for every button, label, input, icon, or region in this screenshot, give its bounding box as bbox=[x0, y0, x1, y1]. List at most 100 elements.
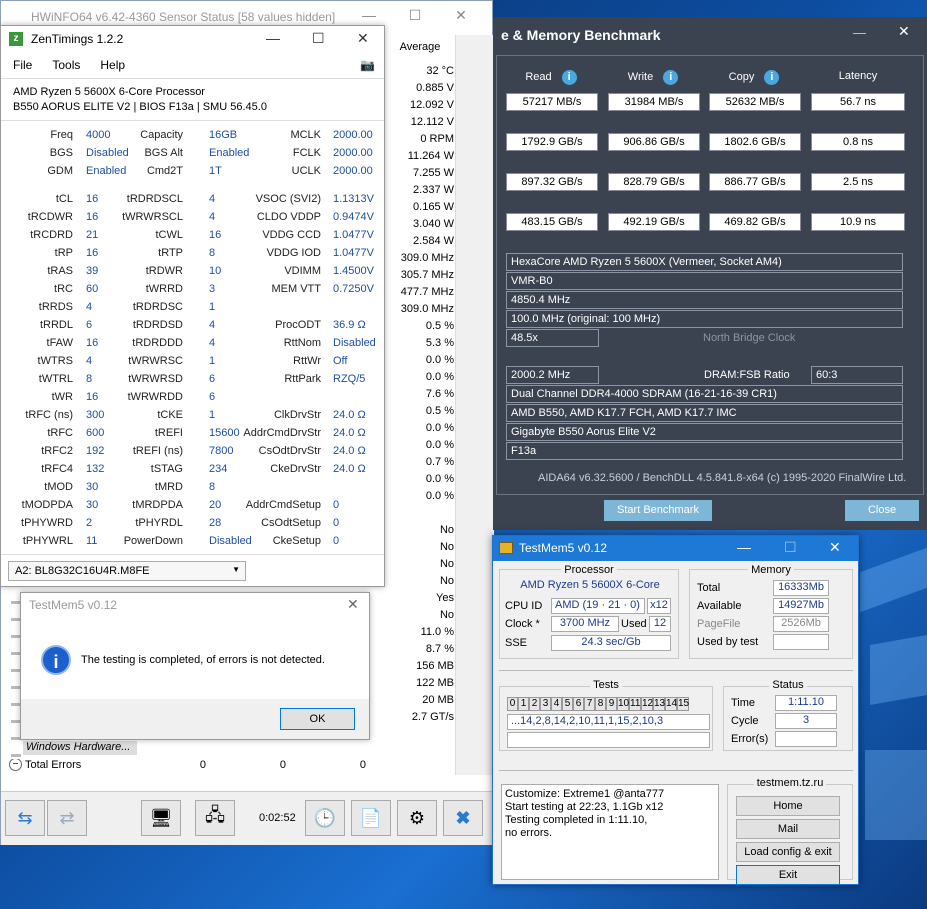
minimize-icon[interactable]: — bbox=[737, 539, 751, 555]
test-cell: 5 bbox=[562, 697, 573, 711]
errors-value bbox=[775, 731, 837, 747]
timing-value: 16 bbox=[86, 193, 99, 205]
info-icon[interactable]: i bbox=[764, 70, 780, 85]
sensor-average-value: 156 MB bbox=[416, 660, 454, 672]
info-icon[interactable]: i bbox=[561, 70, 577, 85]
used-value: 12 bbox=[649, 616, 671, 632]
log-line: Customize: Extreme1 @anta777 bbox=[505, 788, 665, 800]
minimize-icon[interactable]: — bbox=[266, 30, 280, 46]
ok-button[interactable]: OK bbox=[280, 708, 355, 730]
sensor-average-value: 32 °C bbox=[426, 65, 454, 77]
sensor-average-value: 0.0 % bbox=[425, 490, 454, 502]
load-config-exit-button[interactable]: Load config & exit bbox=[736, 842, 840, 862]
total-value: 16333Mb bbox=[773, 580, 829, 596]
sensor-average-value: No bbox=[439, 575, 454, 587]
home-button[interactable]: Home bbox=[736, 796, 840, 816]
timing-label: CkeDrvStr bbox=[270, 463, 321, 475]
mail-button[interactable]: Mail bbox=[736, 819, 840, 839]
info-icon[interactable]: i bbox=[663, 70, 679, 85]
sensor-average-value: 7.6 % bbox=[425, 388, 454, 400]
benchmark-result: 828.79 GB/s bbox=[608, 173, 700, 191]
test-cell: 2 bbox=[529, 697, 540, 711]
start-benchmark-button[interactable]: Start Benchmark bbox=[604, 500, 712, 521]
timing-label: BGS Alt bbox=[144, 147, 183, 159]
minimize-icon[interactable]: — bbox=[853, 25, 866, 40]
timing-label: tRDRDDD bbox=[132, 337, 183, 349]
timing-value: 0 bbox=[333, 499, 340, 511]
timing-value: 6 bbox=[86, 319, 93, 331]
test-sequence: ...14,2,8,14,2,10,11,1,15,2,10,3 bbox=[507, 714, 710, 730]
board-info: B550 AORUS ELITE V2 | BIOS F13a | SMU 56… bbox=[13, 101, 267, 113]
menu-tools[interactable]: Tools bbox=[52, 58, 80, 72]
monitor-icon[interactable]: 🖥 bbox=[141, 800, 181, 836]
close-button[interactable]: Close bbox=[845, 500, 919, 521]
timing-label: VDIMM bbox=[284, 265, 321, 277]
log-line: Testing completed in 1:11.10, bbox=[505, 814, 648, 826]
close-icon[interactable]: ✕ bbox=[898, 23, 910, 40]
menu-file[interactable]: File bbox=[13, 58, 32, 72]
timing-value: 1.4500V bbox=[333, 265, 374, 277]
maximize-icon[interactable]: ☐ bbox=[784, 539, 797, 556]
cpu-id-value: AMD (19 · 21 · 0) bbox=[551, 598, 645, 614]
camera-icon[interactable]: 📷 bbox=[360, 58, 375, 72]
aida-footer: AIDA64 v6.32.5600 / BenchDLL 4.5.841.8-x… bbox=[538, 472, 907, 484]
close-icon[interactable]: ✕ bbox=[357, 30, 369, 47]
test-cell: 9 bbox=[606, 697, 617, 711]
hwinfo-toolbar: ⇆ ⇄ 🖥 🖧 0:02:52 🕒 📄 ⚙ ✖ bbox=[1, 791, 494, 845]
close-icon[interactable]: ✕ bbox=[347, 596, 359, 613]
total-errors-current: 0 bbox=[199, 759, 206, 771]
info-icon: i bbox=[41, 645, 71, 675]
test-cell: 8 bbox=[595, 697, 606, 711]
timing-value: 16 bbox=[86, 211, 99, 223]
cycle-value: 3 bbox=[775, 713, 837, 729]
gear-icon[interactable]: ⚙ bbox=[397, 800, 437, 836]
timing-value: 132 bbox=[86, 463, 105, 475]
timing-value: 39 bbox=[86, 265, 99, 277]
timing-value: 2 bbox=[86, 517, 93, 529]
timing-value: 600 bbox=[86, 427, 105, 439]
arrows-left-right-icon[interactable]: ⇆ bbox=[5, 800, 45, 836]
benchmark-result: 57217 MB/s bbox=[506, 93, 598, 111]
network-icon[interactable]: 🖧 bbox=[195, 800, 235, 836]
timing-label: tMRD bbox=[154, 481, 183, 493]
benchmark-result: 1792.9 GB/s bbox=[506, 133, 598, 151]
timing-label: AddrCmdSetup bbox=[245, 499, 321, 511]
minimize-icon[interactable]: — bbox=[346, 7, 392, 24]
used-label: Used bbox=[621, 618, 647, 630]
maximize-icon[interactable]: ☐ bbox=[392, 7, 438, 24]
close-icon[interactable]: ✕ bbox=[829, 539, 841, 556]
tests-label: Tests bbox=[499, 679, 713, 691]
hwinfo-scrollbar[interactable] bbox=[455, 35, 493, 775]
sensor-average-value: 8.7 % bbox=[425, 643, 454, 655]
menu-help[interactable]: Help bbox=[100, 58, 125, 72]
column-header-average[interactable]: Average bbox=[386, 41, 454, 53]
arrows-collapse-icon[interactable]: ⇄ bbox=[47, 800, 87, 836]
timing-label: ProcODT bbox=[275, 319, 321, 331]
sensor-average-value: 0.5 % bbox=[425, 405, 454, 417]
sensor-average-value: No bbox=[439, 609, 454, 621]
timing-label: PowerDown bbox=[123, 535, 183, 547]
memory-module-select[interactable]: A2: BL8G32C16U4R.M8FE ▼ bbox=[8, 561, 246, 581]
maximize-icon[interactable]: ☐ bbox=[312, 30, 325, 47]
timing-label: MCLK bbox=[290, 129, 321, 141]
sensor-average-value: 0.7 % bbox=[425, 456, 454, 468]
timing-value: 21 bbox=[86, 229, 99, 241]
sensor-average-value: 0.5 % bbox=[425, 320, 454, 332]
test-cells: 0 1 2 3 4 5 6 7 8 9 1011 12131415 bbox=[507, 697, 712, 711]
add-report-icon[interactable]: 📄 bbox=[351, 800, 391, 836]
close-icon[interactable]: ✕ bbox=[438, 7, 484, 24]
sensor-average-value: 309.0 MHz bbox=[400, 252, 454, 264]
benchmark-result: 483.15 GB/s bbox=[506, 213, 598, 231]
log-output[interactable]: Customize: Extreme1 @anta777 Start testin… bbox=[501, 784, 719, 880]
timing-value: Disabled bbox=[333, 337, 376, 349]
clock-icon[interactable]: 🕒 bbox=[305, 800, 345, 836]
timing-label: tRRDL bbox=[39, 319, 73, 331]
sensor-group-windows-hardware[interactable]: Windows Hardware... bbox=[23, 741, 137, 755]
sensor-average-value: 2.584 W bbox=[413, 235, 454, 247]
wallpaper-light bbox=[865, 750, 927, 840]
available-value: 14927Mb bbox=[773, 598, 829, 614]
sensor-average-value: 0.0 % bbox=[425, 422, 454, 434]
close-x-icon[interactable]: ✖ bbox=[443, 800, 483, 836]
exit-button[interactable]: Exit bbox=[736, 865, 840, 885]
timing-value: 2000.00 bbox=[333, 129, 373, 141]
